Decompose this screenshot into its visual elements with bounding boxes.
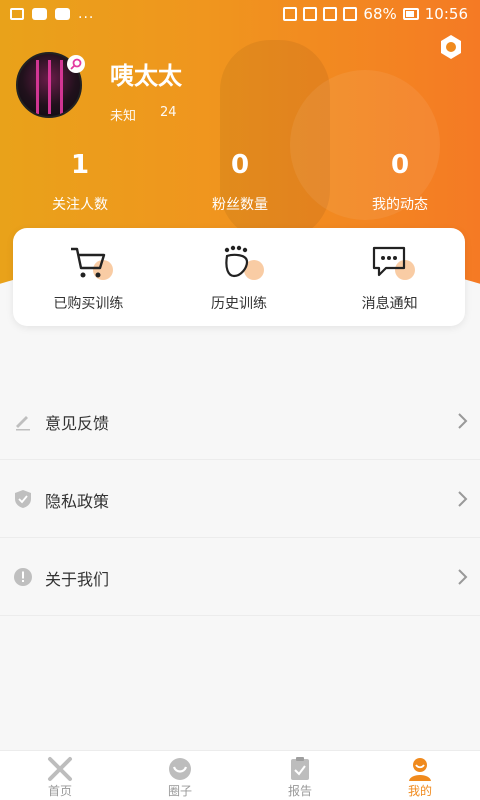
stat-value: 0: [390, 150, 410, 180]
chevron-right-icon: [458, 569, 468, 585]
sim-icon: [323, 7, 338, 21]
notifications-button[interactable]: 消息通知: [314, 228, 465, 326]
clock: 10:56: [424, 5, 468, 23]
menu-item-label: 意见反馈: [45, 414, 110, 433]
chevron-right-icon: [458, 491, 468, 507]
info-icon: [14, 568, 32, 586]
footprint-icon: [224, 245, 249, 278]
avatar-light: [48, 60, 51, 114]
stat-followers[interactable]: 0 粉丝数量: [160, 150, 320, 214]
tab-label: 首页: [47, 784, 72, 798]
shield-icon: [15, 490, 31, 508]
stat-posts[interactable]: 0 我的动态: [320, 150, 480, 214]
quick-action-label: 历史训练: [211, 296, 267, 312]
gallery-icon: [10, 8, 24, 20]
tab-home[interactable]: 首页: [0, 751, 120, 800]
home-x-icon: [48, 757, 72, 781]
battery-percent: 68%: [363, 5, 397, 23]
stat-label: 关注人数: [52, 197, 108, 213]
circle-icon: [169, 758, 191, 780]
cart-icon: [71, 247, 106, 278]
settings-menu: 意见反馈 隐私政策 关于我们: [0, 382, 480, 616]
tab-label: 我的: [407, 784, 432, 798]
user-name: 咦太太: [110, 62, 182, 90]
stat-label: 我的动态: [372, 197, 428, 213]
gender-badge: [67, 55, 85, 73]
female-icon: [70, 58, 82, 70]
menu-item-privacy[interactable]: 隐私政策: [0, 460, 480, 538]
purchased-training-button[interactable]: 已购买训练: [13, 228, 164, 326]
bottom-tab-bar: 首页 圈子 报告 我的: [0, 750, 480, 800]
user-gender: 未知: [110, 109, 137, 124]
stat-value: 0: [230, 150, 250, 180]
cart-icon-wrap: [68, 244, 114, 280]
status-right: 68% 10:56: [283, 5, 468, 23]
tab-mine[interactable]: 我的: [360, 751, 480, 800]
footprint-icon-wrap: [219, 244, 264, 280]
avatar-light: [60, 60, 63, 114]
profile-icon: [409, 758, 431, 781]
stat-label: 粉丝数量: [212, 197, 268, 213]
more-notifications: ...: [78, 6, 95, 22]
message-icon-wrap: [370, 244, 415, 280]
menu-item-feedback[interactable]: 意见反馈: [0, 382, 480, 460]
tab-label: 报告: [287, 784, 312, 798]
status-left: ...: [10, 6, 94, 22]
report-icon: [291, 757, 309, 780]
nfc-icon: [283, 7, 298, 21]
quick-action-label: 消息通知: [361, 296, 418, 312]
history-training-button[interactable]: 历史训练: [164, 228, 315, 326]
stat-value: 1: [70, 150, 90, 180]
stat-following[interactable]: 1 关注人数: [0, 150, 160, 214]
wifi-icon: [303, 7, 318, 21]
message-icon: [372, 246, 405, 277]
battery-icon: [402, 8, 419, 20]
menu-item-label: 关于我们: [45, 570, 110, 589]
tab-report[interactable]: 报告: [240, 751, 360, 800]
avatar-light: [36, 60, 39, 114]
chat-icon: [55, 8, 70, 20]
user-age: 24: [160, 105, 177, 120]
tab-circle[interactable]: 圈子: [120, 751, 240, 800]
message-icon: [32, 8, 47, 20]
status-bar: ... 68% 10:56: [0, 0, 480, 30]
quick-action-label: 已购买训练: [53, 296, 124, 312]
settings-gear-icon[interactable]: [437, 33, 465, 61]
menu-item-label: 隐私政策: [45, 492, 110, 511]
tab-label: 圈子: [167, 784, 192, 798]
edit-icon: [16, 416, 30, 431]
chevron-right-icon: [458, 413, 468, 429]
menu-item-about[interactable]: 关于我们: [0, 538, 480, 616]
quick-actions-card: 已购买训练 历史训练 消息通知: [13, 228, 465, 326]
signal-icon: [343, 7, 358, 21]
